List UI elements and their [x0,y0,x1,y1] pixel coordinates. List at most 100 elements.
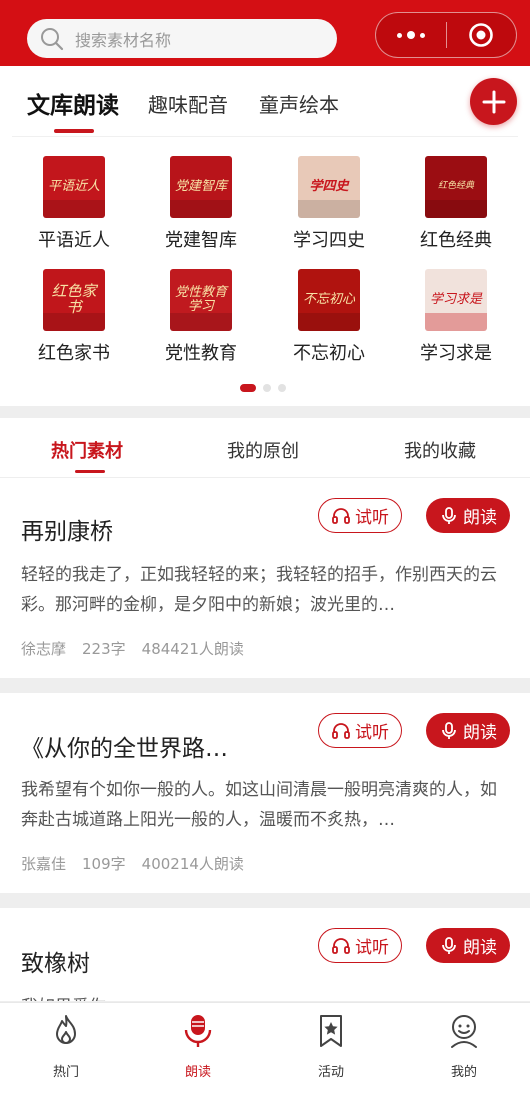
microphone-icon [184,1015,212,1047]
listen-label: 试听 [355,723,389,743]
read-label: 朗读 [463,723,497,743]
search-placeholder: 搜索素材名称 [75,30,172,50]
read-count: 400214人朗读 [141,855,244,873]
nav-activity[interactable]: 活动 [286,1013,376,1080]
category-cover: 平语近人 [43,156,105,218]
category-cover: 红色家书 [43,269,105,331]
material-title: 致橡树 [21,951,90,977]
nav-hot[interactable]: 热门 [21,1013,111,1080]
page-indicator [240,384,286,392]
author: 徐志摩 [21,640,67,658]
material-meta: 徐志摩 223字 484421人朗读 [21,638,244,659]
close-program-button[interactable] [447,13,517,57]
page-dot [278,384,286,392]
page-dot-active [240,384,256,392]
material-card[interactable]: 再别康桥 试听 朗读 轻轻的我走了，正如我轻轻的来；我轻轻的招手，作别西天的云彩… [0,478,530,678]
material-card[interactable]: 《从你的全世界路… 试听 朗读 我希望有个如你一般的人。如这山间清晨一般明亮清爽… [0,693,530,893]
nav-mine[interactable]: 我的 [419,1013,509,1080]
add-button[interactable] [470,78,517,125]
user-icon [451,1015,477,1048]
material-card[interactable]: 致橡树 试听 朗读 我如果爱你 [0,908,530,1001]
material-title: 《从你的全世界路… [21,736,228,762]
cover-text: 党建智库 [174,179,227,195]
tab-hot-materials[interactable]: 热门素材 [51,437,123,463]
cover-text: 平语近人 [47,179,100,195]
plus-icon [482,90,505,113]
word-count: 223字 [82,640,126,658]
tab-picture-books[interactable]: 童声绘本 [259,89,339,118]
material-excerpt: 我希望有个如你一般的人。如这山间清晨一般明亮清爽的人，如奔赴古城道路上阳光一般的… [21,780,497,830]
microphone-icon [442,936,456,954]
category-label: 红色家书 [38,343,110,364]
page-dot [263,384,271,392]
category-item[interactable]: 红色经典 红色经典 [401,156,511,252]
bottom-nav: 热门 朗读 活动 我的 [0,1002,530,1108]
material-meta: 张嘉佳 109字 400214人朗读 [21,853,244,874]
nav-label: 活动 [317,1065,344,1080]
library-panel: 文库朗读 趣味配音 童声绘本 平语近人 平语近人 党建智库 党建智库 学四史 学… [0,66,530,406]
material-excerpt: 我如果爱你 [21,992,509,1001]
headphones-icon [332,722,350,739]
category-item[interactable]: 红色家书 红色家书 [19,269,129,365]
tab-my-originals[interactable]: 我的原创 [227,437,299,463]
cover-text: 不忘初心 [302,292,355,308]
read-button[interactable]: 朗读 [426,498,510,533]
read-count: 484421人朗读 [141,640,244,658]
category-cover: 不忘初心 [298,269,360,331]
category-item[interactable]: 学习求是 学习求是 [401,269,511,365]
category-cover: 党建智库 [170,156,232,218]
category-item[interactable]: 学四史 学习四史 [274,156,384,252]
bookmark-star-icon [320,1015,342,1047]
listen-label: 试听 [355,938,389,958]
read-button[interactable]: 朗读 [426,928,510,963]
scroll-content[interactable]: 文库朗读 趣味配音 童声绘本 平语近人 平语近人 党建智库 党建智库 学四史 学… [0,66,530,1001]
cover-text: 学习求是 [429,292,482,308]
category-cover: 学习求是 [425,269,487,331]
search-bar[interactable]: 搜索素材名称 [27,19,337,58]
tab-my-favorites[interactable]: 我的收藏 [404,437,476,463]
read-label: 朗读 [463,938,497,958]
tab-fun-dubbing[interactable]: 趣味配音 [148,89,228,118]
microphone-icon [442,506,456,524]
category-cover: 党性教育学习 [170,269,232,331]
nav-label: 朗读 [184,1065,211,1080]
category-label: 平语近人 [38,230,110,251]
material-excerpt: 轻轻的我走了，正如我轻轻的来；我轻轻的招手，作别西天的云彩。那河畔的金柳，是夕阳… [21,565,497,615]
author: 张嘉佳 [21,855,67,873]
listen-button[interactable]: 试听 [318,713,402,748]
category-label: 不忘初心 [293,343,365,364]
category-item[interactable]: 党建智库 党建智库 [146,156,256,252]
flame-icon [56,1015,76,1044]
sub-tab-indicator [75,470,105,473]
read-label: 朗读 [463,508,497,528]
category-item[interactable]: 不忘初心 不忘初心 [274,269,384,365]
category-item[interactable]: 党性教育学习 党性教育 [146,269,256,365]
nav-label: 我的 [450,1065,477,1080]
category-item[interactable]: 平语近人 平语近人 [19,156,129,252]
listen-label: 试听 [355,508,389,528]
microphone-icon [442,721,456,739]
listen-button[interactable]: 试听 [318,928,402,963]
category-label: 党性教育 [165,343,237,364]
nav-read[interactable]: 朗读 [153,1013,243,1080]
headphones-icon [332,507,350,524]
cover-text: 红色家书 [51,282,97,316]
tab-active-indicator [54,129,94,133]
search-icon [41,27,64,50]
category-label: 红色经典 [420,230,492,251]
more-button[interactable] [376,13,446,57]
listen-button[interactable]: 试听 [318,498,402,533]
headphones-icon [332,937,350,954]
material-title: 再别康桥 [21,519,113,545]
category-cover: 红色经典 [425,156,487,218]
read-button[interactable]: 朗读 [426,713,510,748]
tab-library-reading[interactable]: 文库朗读 [27,86,119,120]
category-label: 学习求是 [420,343,492,364]
target-icon [469,23,494,47]
header-bar: 搜索素材名称 [0,0,530,66]
word-count: 109字 [82,855,126,873]
cover-text: 党性教育学习 [174,285,227,314]
category-label: 学习四史 [293,230,365,251]
category-cover: 学四史 [298,156,360,218]
mini-program-capsule [375,12,517,58]
